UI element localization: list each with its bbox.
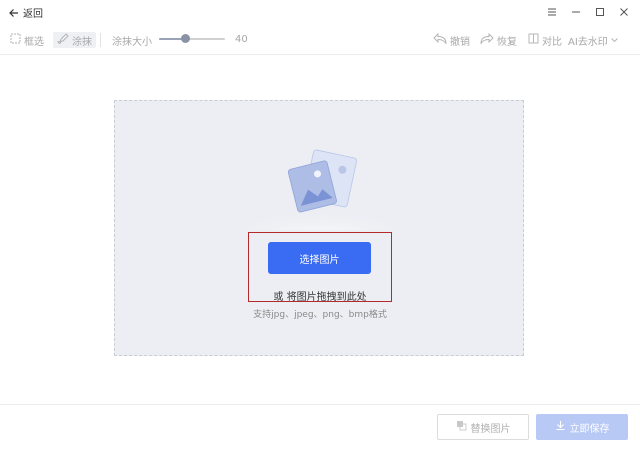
redo-label: 恢复 <box>497 36 517 48</box>
save-now-button[interactable]: 立即保存 <box>536 414 628 440</box>
menu-icon[interactable] <box>542 4 562 20</box>
chevron-down-icon <box>610 35 618 46</box>
frame-select-tool[interactable]: 框选 <box>10 32 44 48</box>
ai-remove-watermark-dropdown[interactable]: AI去水印 <box>568 32 618 48</box>
brush-size-label: 涂抹大小 <box>112 32 152 48</box>
close-icon[interactable] <box>614 4 634 20</box>
replace-image-label: 替换图片 <box>470 423 511 435</box>
minimize-icon[interactable] <box>566 4 586 20</box>
maximize-icon[interactable] <box>590 4 610 20</box>
drag-drop-hint: 或 将图片拖拽到此处 <box>273 292 367 303</box>
replace-image-icon <box>456 420 467 434</box>
brush-icon <box>56 33 69 47</box>
back-label: 返回 <box>23 9 43 20</box>
brush-size-value: 40 <box>235 34 248 45</box>
redo-icon <box>480 32 494 47</box>
paint-label: 涂抹 <box>72 36 92 48</box>
back-button[interactable]: 返回 <box>9 5 43 20</box>
supported-formats-hint: 支持jpg、jpeg、png、bmp格式 <box>253 310 387 320</box>
slider-handle[interactable] <box>180 34 190 43</box>
compare-button[interactable]: 对比 <box>528 32 562 48</box>
undo-button[interactable]: 撤销 <box>433 32 470 48</box>
save-now-label: 立即保存 <box>569 423 610 435</box>
title-bar: 返回 <box>0 0 640 24</box>
brush-size-text: 涂抹大小 <box>112 36 152 48</box>
frame-select-label: 框选 <box>24 36 44 48</box>
replace-image-button[interactable]: 替换图片 <box>437 414 529 440</box>
toolbar-divider <box>100 33 101 47</box>
redo-button[interactable]: 恢复 <box>480 32 517 48</box>
compare-label: 对比 <box>542 36 562 48</box>
download-icon <box>555 420 566 434</box>
undo-icon <box>433 32 447 47</box>
undo-label: 撤销 <box>450 36 470 48</box>
brush-size-slider[interactable] <box>159 34 225 43</box>
frame-select-icon <box>10 33 21 47</box>
image-placeholder-illustration <box>230 149 410 230</box>
ai-remove-label: AI去水印 <box>568 36 608 48</box>
paint-tool[interactable]: 涂抹 <box>53 32 96 48</box>
compare-icon <box>528 33 539 47</box>
arrow-left-icon <box>9 8 19 18</box>
